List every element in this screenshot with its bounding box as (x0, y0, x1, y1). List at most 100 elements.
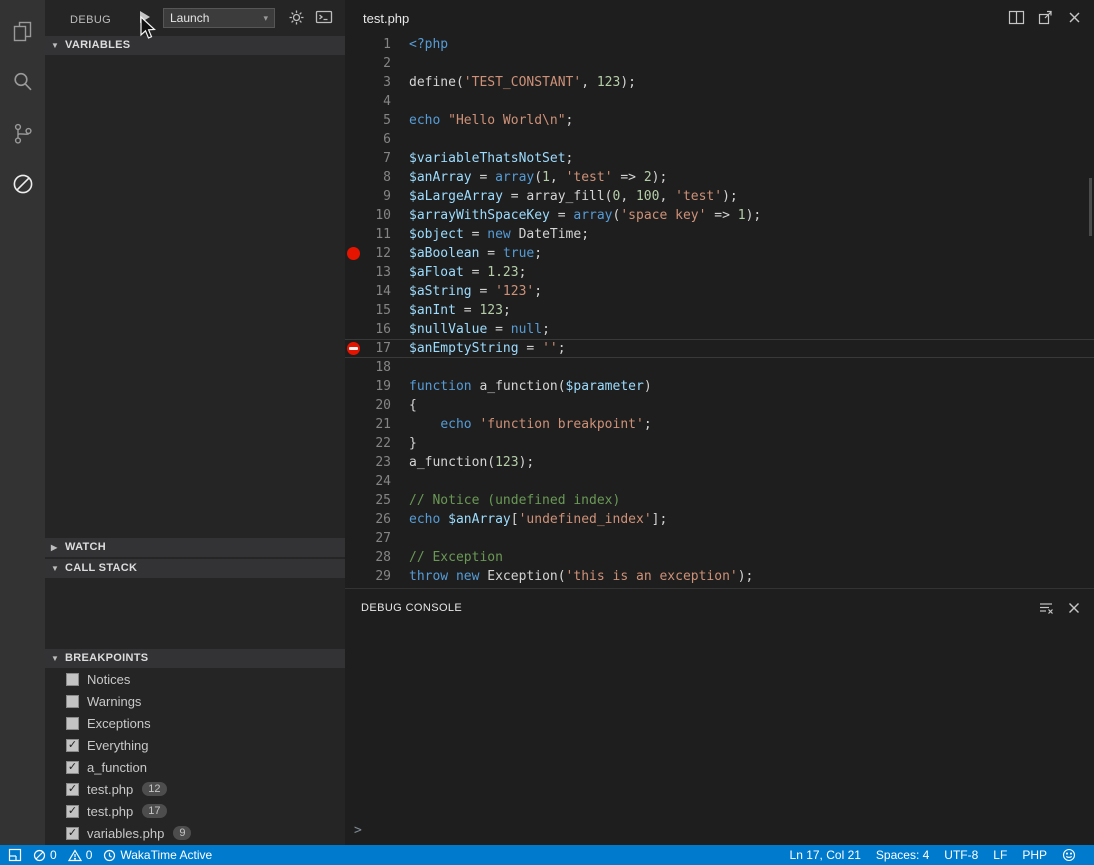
breakpoint-gutter[interactable] (345, 510, 367, 529)
code-line-9[interactable]: 9$aLargeArray = array_fill(0, 100, 'test… (345, 187, 1094, 206)
code-line-15[interactable]: 15$anInt = 123; (345, 301, 1094, 320)
breakpoint-list-item[interactable]: ✓Everything (45, 734, 345, 756)
code-line-5[interactable]: 5echo "Hello World\n"; (345, 111, 1094, 130)
cursor-position[interactable]: Ln 17, Col 21 (790, 848, 861, 862)
breakpoint-gutter[interactable] (345, 339, 367, 358)
breakpoint-disabled-icon[interactable] (347, 342, 360, 355)
breakpoint-gutter[interactable] (345, 491, 367, 510)
code-area[interactable]: 1<?php23define('TEST_CONSTANT', 123);45e… (345, 35, 1094, 586)
code-line-20[interactable]: 20{ (345, 396, 1094, 415)
checkbox-checked-icon[interactable]: ✓ (66, 827, 79, 840)
launch-config-dropdown[interactable]: Launch ▾ (163, 8, 275, 28)
breakpoint-list-item[interactable]: ✓test.php17 (45, 800, 345, 822)
breakpoint-gutter[interactable] (345, 434, 367, 453)
breakpoint-list-item[interactable]: ✓test.php12 (45, 778, 345, 800)
breakpoint-gutter[interactable] (345, 415, 367, 434)
breakpoint-gutter[interactable] (345, 73, 367, 92)
checkbox-checked-icon[interactable]: ✓ (66, 739, 79, 752)
code-line-17[interactable]: 17$anEmptyString = ''; (345, 339, 1094, 358)
warnings-status[interactable]: 0 (68, 848, 93, 862)
breakpoint-gutter[interactable] (345, 244, 367, 263)
code-line-3[interactable]: 3define('TEST_CONSTANT', 123); (345, 73, 1094, 92)
breakpoint-gutter[interactable] (345, 301, 367, 320)
breakpoint-gutter[interactable] (345, 168, 367, 187)
breakpoint-active-icon[interactable] (347, 247, 360, 260)
eol-status[interactable]: LF (993, 848, 1007, 862)
checkbox-checked-icon[interactable]: ✓ (66, 761, 79, 774)
open-preview-icon[interactable] (1037, 9, 1055, 27)
layout-icon[interactable] (8, 848, 22, 862)
code-line-8[interactable]: 8$anArray = array(1, 'test' => 2); (345, 168, 1094, 187)
breakpoint-gutter[interactable] (345, 187, 367, 206)
code-line-16[interactable]: 16$nullValue = null; (345, 320, 1094, 339)
errors-status[interactable]: 0 (33, 848, 57, 862)
editor-tab-title[interactable]: test.php (363, 11, 409, 26)
debug-icon[interactable] (0, 161, 45, 207)
code-line-22[interactable]: 22} (345, 434, 1094, 453)
code-line-18[interactable]: 18 (345, 358, 1094, 377)
code-line-2[interactable]: 2 (345, 54, 1094, 73)
breakpoint-gutter[interactable] (345, 548, 367, 567)
breakpoint-gutter[interactable] (345, 263, 367, 282)
breakpoint-gutter[interactable] (345, 282, 367, 301)
debug-console-toggle-icon[interactable] (315, 9, 333, 27)
indentation-status[interactable]: Spaces: 4 (876, 848, 929, 862)
breakpoint-gutter[interactable] (345, 377, 367, 396)
breakpoint-list-item[interactable]: Exceptions (45, 712, 345, 734)
breakpoint-gutter[interactable] (345, 358, 367, 377)
clear-console-icon[interactable] (1038, 600, 1054, 616)
breakpoint-list-item[interactable]: Warnings (45, 690, 345, 712)
explorer-icon[interactable] (0, 8, 45, 54)
breakpoint-gutter[interactable] (345, 206, 367, 225)
code-line-26[interactable]: 26echo $anArray['undefined_index']; (345, 510, 1094, 529)
search-icon[interactable] (0, 58, 45, 104)
code-line-28[interactable]: 28// Exception (345, 548, 1094, 567)
source-control-icon[interactable] (0, 110, 45, 156)
close-editor-icon[interactable] (1066, 9, 1084, 27)
editor-scrollbar[interactable] (1089, 178, 1092, 236)
checkbox-checked-icon[interactable]: ✓ (66, 805, 79, 818)
code-line-27[interactable]: 27 (345, 529, 1094, 548)
split-editor-icon[interactable] (1008, 9, 1026, 27)
close-panel-icon[interactable] (1066, 600, 1082, 616)
code-line-25[interactable]: 25// Notice (undefined index) (345, 491, 1094, 510)
breakpoint-gutter[interactable] (345, 396, 367, 415)
breakpoint-gutter[interactable] (345, 54, 367, 73)
checkbox-checked-icon[interactable]: ✓ (66, 783, 79, 796)
start-debug-button[interactable] (140, 11, 156, 25)
breakpoint-gutter[interactable] (345, 149, 367, 168)
code-line-19[interactable]: 19function a_function($parameter) (345, 377, 1094, 396)
code-line-7[interactable]: 7$variableThatsNotSet; (345, 149, 1094, 168)
code-line-10[interactable]: 10$arrayWithSpaceKey = array('space key'… (345, 206, 1094, 225)
breakpoint-gutter[interactable] (345, 92, 367, 111)
code-line-21[interactable]: 21 echo 'function breakpoint'; (345, 415, 1094, 434)
breakpoint-gutter[interactable] (345, 320, 367, 339)
code-line-29[interactable]: 29throw new Exception('this is an except… (345, 567, 1094, 586)
debug-console-input[interactable]: > (345, 819, 1094, 841)
code-line-4[interactable]: 4 (345, 92, 1094, 111)
breakpoint-gutter[interactable] (345, 453, 367, 472)
breakpoint-list-item[interactable]: ✓a_function (45, 756, 345, 778)
checkbox-unchecked-icon[interactable] (66, 673, 79, 686)
watch-section-header[interactable]: ▶ WATCH (45, 538, 345, 557)
code-line-13[interactable]: 13$aFloat = 1.23; (345, 263, 1094, 282)
code-line-1[interactable]: 1<?php (345, 35, 1094, 54)
breakpoint-gutter[interactable] (345, 567, 367, 586)
breakpoint-gutter[interactable] (345, 472, 367, 491)
code-line-24[interactable]: 24 (345, 472, 1094, 491)
code-line-14[interactable]: 14$aString = '123'; (345, 282, 1094, 301)
breakpoint-gutter[interactable] (345, 130, 367, 149)
breakpoint-list-item[interactable]: ✓variables.php9 (45, 822, 345, 844)
checkbox-unchecked-icon[interactable] (66, 717, 79, 730)
breakpoint-gutter[interactable] (345, 225, 367, 244)
breakpoint-gutter[interactable] (345, 529, 367, 548)
code-line-23[interactable]: 23a_function(123); (345, 453, 1094, 472)
encoding-status[interactable]: UTF-8 (944, 848, 978, 862)
breakpoint-gutter[interactable] (345, 35, 367, 54)
breakpoints-section-header[interactable]: ▼ BREAKPOINTS (45, 649, 345, 668)
breakpoint-gutter[interactable] (345, 111, 367, 130)
call-stack-section-header[interactable]: ▼ CALL STACK (45, 559, 345, 578)
wakatime-status[interactable]: WakaTime Active (103, 848, 212, 862)
code-line-11[interactable]: 11$object = new DateTime; (345, 225, 1094, 244)
checkbox-unchecked-icon[interactable] (66, 695, 79, 708)
